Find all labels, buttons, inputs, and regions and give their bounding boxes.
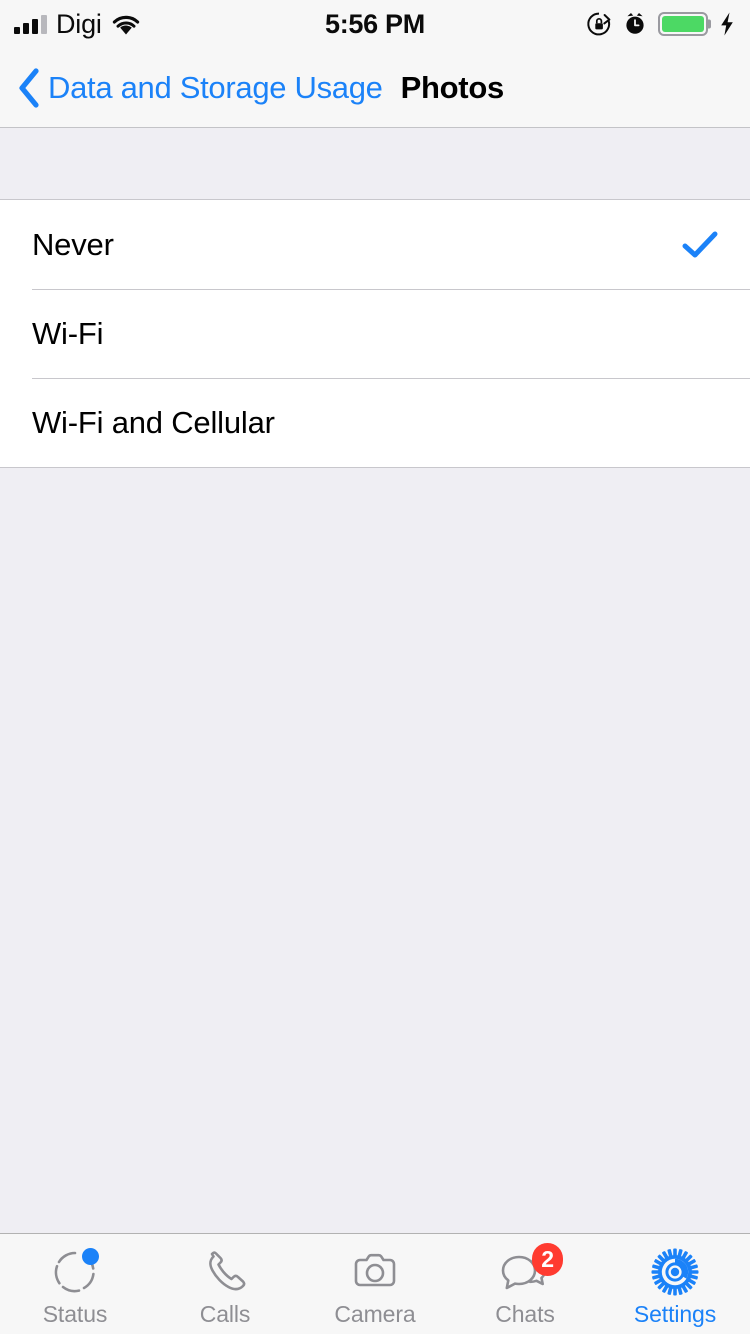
back-button-label: Data and Storage Usage <box>48 70 383 105</box>
chat-bubbles-icon: 2 <box>497 1243 563 1298</box>
gear-icon <box>647 1246 703 1298</box>
option-label: Never <box>32 226 114 262</box>
tab-camera[interactable]: Camera <box>300 1234 450 1334</box>
chats-unread-badge: 2 <box>532 1243 563 1276</box>
option-label: Wi-Fi <box>32 315 104 351</box>
status-unread-dot <box>82 1248 99 1265</box>
rotation-lock-icon <box>587 12 611 36</box>
tab-label: Status <box>42 1301 108 1327</box>
phone-icon <box>197 1246 253 1298</box>
tab-bar: Status Calls Camera 2 Chats Settings <box>0 1233 750 1334</box>
lightning-bolt-icon <box>721 12 733 36</box>
tab-status[interactable]: Status <box>0 1234 150 1334</box>
camera-icon <box>347 1246 403 1298</box>
cellular-signal-icon <box>14 14 47 34</box>
option-row-never[interactable]: Never <box>0 200 750 289</box>
tab-label: Settings <box>633 1301 717 1327</box>
option-row-wifi[interactable]: Wi-Fi <box>0 289 750 378</box>
checkmark-icon <box>682 230 718 260</box>
status-ring-icon <box>47 1246 103 1298</box>
tab-calls[interactable]: Calls <box>150 1234 300 1334</box>
chevron-left-icon <box>19 67 39 108</box>
carrier-name: Digi <box>56 8 102 39</box>
battery-icon <box>658 12 711 36</box>
tab-label: Camera <box>334 1301 416 1327</box>
tab-chats[interactable]: 2 Chats <box>450 1234 600 1334</box>
alarm-clock-icon <box>626 13 644 34</box>
status-bar: Digi 5:56 PM <box>0 0 750 48</box>
status-bar-left: Digi <box>14 8 141 39</box>
wifi-icon <box>112 15 139 35</box>
photos-auto-download-options-group: Never Wi-Fi Wi-Fi and Cellular <box>0 199 750 468</box>
content-area: Never Wi-Fi Wi-Fi and Cellular <box>0 129 750 1233</box>
tab-label: Chats <box>495 1301 555 1327</box>
option-label: Wi-Fi and Cellular <box>32 404 275 440</box>
status-bar-right <box>586 11 736 37</box>
back-button[interactable]: Data and Storage Usage <box>16 66 383 110</box>
navigation-bar: Data and Storage Usage Photos <box>0 48 750 128</box>
option-row-wifi-and-cellular[interactable]: Wi-Fi and Cellular <box>0 378 750 467</box>
tab-settings[interactable]: Settings <box>600 1234 750 1334</box>
tab-label: Calls <box>199 1301 251 1327</box>
page-title: Photos <box>400 70 505 105</box>
